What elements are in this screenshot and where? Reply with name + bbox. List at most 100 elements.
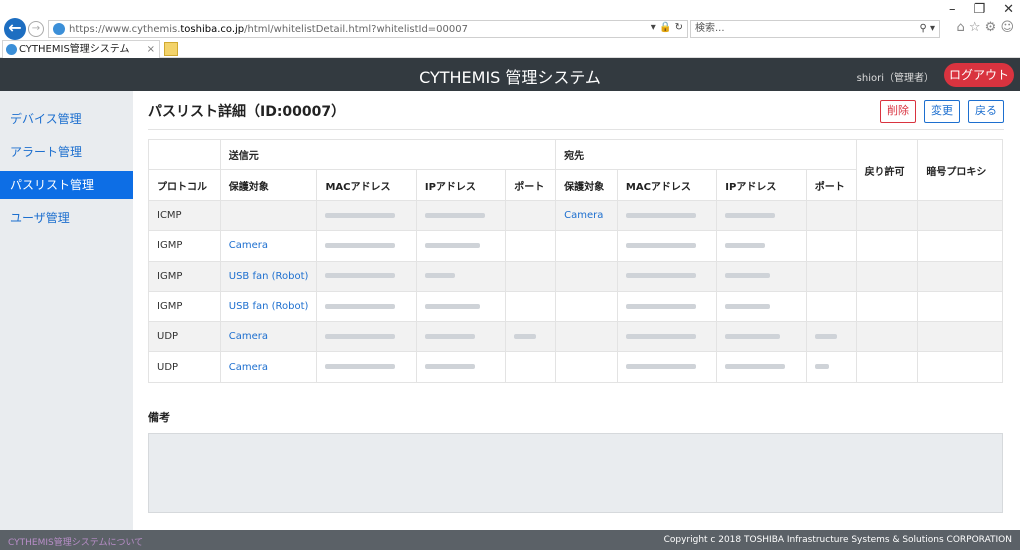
- src-target-link[interactable]: USB fan (Robot): [229, 271, 309, 282]
- src-target-link[interactable]: Camera: [229, 362, 268, 373]
- header-src-target: 保護対象: [219, 169, 318, 201]
- header-src-ip: IPアドレス: [415, 169, 507, 201]
- cell-src-mac: [316, 199, 417, 232]
- toolbar-icons[interactable]: ⌂ ☆ ⚙ ☺: [956, 20, 1014, 35]
- about-link[interactable]: CYTHEMIS管理システムについて: [8, 535, 143, 548]
- header-dst-ip: IPアドレス: [716, 169, 807, 201]
- sidebar-item-passlist[interactable]: パスリスト管理: [0, 171, 133, 199]
- cell-protocol: IGMP: [148, 290, 221, 323]
- cell-src-port: [505, 321, 557, 353]
- table-row: UDP Camera: [148, 321, 1003, 353]
- back-button[interactable]: 戻る: [968, 100, 1004, 123]
- edit-button[interactable]: 変更: [924, 100, 960, 123]
- user-label: shiori（管理者）: [856, 73, 934, 84]
- close-icon[interactable]: ✕: [1003, 2, 1014, 17]
- new-tab-icon[interactable]: [164, 42, 178, 56]
- remarks-box: [148, 433, 1003, 513]
- cell-dst-mac: [616, 260, 718, 292]
- cell-protocol: UDP: [148, 321, 221, 353]
- cell-dst-mac: [616, 230, 718, 262]
- passlist-table: 送信元 宛先 戻り許可 暗号プロキシ プロトコル 保護対象 MACアドレス IP…: [148, 139, 1003, 383]
- cell-dst-port: [805, 351, 857, 383]
- cell-src-target: Camera: [219, 230, 318, 262]
- header-src-mac: MACアドレス: [316, 169, 417, 201]
- cell-protocol: ICMP: [148, 199, 221, 232]
- dst-target-link[interactable]: Camera: [564, 210, 603, 221]
- cell-src-mac: [316, 230, 417, 262]
- redacted-port: [514, 333, 537, 339]
- cell-return: [855, 351, 919, 383]
- src-target-link[interactable]: USB fan (Robot): [229, 301, 309, 312]
- table-row: IGMP Camera: [148, 230, 1003, 262]
- sidebar-item-user[interactable]: ユーザ管理: [0, 204, 133, 232]
- cell-src-ip: [415, 351, 507, 383]
- action-buttons: 削除 変更 戻る: [880, 100, 1004, 123]
- header-dst-port: ポート: [805, 169, 857, 201]
- redacted-ip: [725, 273, 771, 279]
- browser-chrome: – ❐ ✕ ← → https://www.cythemis.toshiba.c…: [0, 0, 1020, 58]
- cell-dst-mac: [616, 199, 718, 232]
- tab-close-icon[interactable]: ×: [147, 41, 155, 58]
- tab-cythemis[interactable]: CYTHEMIS管理システム ×: [2, 40, 160, 58]
- cell-proxy: [917, 290, 1003, 323]
- cell-dst-target: [555, 290, 618, 323]
- minimize-icon[interactable]: –: [949, 2, 956, 17]
- cell-dst-port: [805, 199, 857, 232]
- back-button[interactable]: ←: [4, 18, 26, 40]
- src-target-link[interactable]: Camera: [229, 240, 268, 251]
- cell-dst-target: [555, 260, 618, 292]
- cell-dst-ip: [716, 321, 807, 353]
- redacted-mac: [325, 212, 396, 218]
- sidebar-item-device[interactable]: デバイス管理: [0, 105, 133, 133]
- redacted-ip: [725, 364, 786, 370]
- cell-return: [855, 260, 919, 292]
- cell-src-port: [505, 351, 557, 383]
- cell-dst-port: [805, 260, 857, 292]
- table-row: IGMP USB fan (Robot): [148, 260, 1003, 292]
- cell-protocol: UDP: [148, 351, 221, 383]
- logout-button[interactable]: ログアウト: [944, 63, 1014, 87]
- sidebar-item-alert[interactable]: アラート管理: [0, 138, 133, 166]
- address-bar[interactable]: https://www.cythemis.toshiba.co.jp/html/…: [48, 20, 688, 38]
- redacted-mac: [625, 212, 696, 218]
- main-content: パスリスト詳細（ID:00007） 削除 変更 戻る 送信元 宛先 戻り許可 暗…: [133, 91, 1020, 530]
- cell-src-target: Camera: [219, 351, 318, 383]
- cell-src-mac: [316, 260, 417, 292]
- sidebar: デバイス管理 アラート管理 パスリスト管理 ユーザ管理: [0, 91, 133, 530]
- arrow-right-icon: →: [31, 23, 41, 34]
- cell-src-port: [505, 290, 557, 323]
- title-divider: [148, 129, 1004, 130]
- redacted-ip: [424, 242, 480, 248]
- cell-dst-ip: [716, 199, 807, 232]
- cell-dst-mac: [616, 351, 718, 383]
- redacted-mac: [325, 273, 396, 279]
- table-row: ICMP Camera: [148, 199, 1003, 232]
- delete-button[interactable]: 削除: [880, 100, 916, 123]
- cell-dst-target: Camera: [555, 199, 618, 232]
- redacted-mac: [325, 364, 396, 370]
- redacted-ip: [424, 364, 475, 370]
- cell-dst-target: [555, 321, 618, 353]
- redacted-mac: [625, 333, 696, 339]
- cell-src-port: [505, 230, 557, 262]
- redacted-port: [814, 364, 829, 370]
- forward-button[interactable]: →: [28, 21, 44, 37]
- cell-dst-mac: [616, 290, 718, 323]
- footer: CYTHEMIS管理システムについて Copyright c 2018 TOSH…: [0, 530, 1020, 550]
- cell-dst-mac: [616, 321, 718, 353]
- cell-src-ip: [415, 260, 507, 292]
- header-protocol: プロトコル: [148, 169, 221, 201]
- header-proxy: 暗号プロキシ: [917, 139, 1003, 201]
- redacted-mac: [625, 242, 696, 248]
- search-icon[interactable]: ⚲ ▾: [919, 21, 935, 37]
- cell-dst-target: [555, 230, 618, 262]
- cell-dst-target: [555, 351, 618, 383]
- src-target-link[interactable]: Camera: [229, 331, 268, 342]
- search-input[interactable]: 検索... ⚲ ▾: [690, 20, 940, 38]
- cell-return: [855, 321, 919, 353]
- lock-refresh-icon[interactable]: ▾ 🔒 ↻: [651, 22, 683, 33]
- redacted-ip: [424, 212, 485, 218]
- restore-icon[interactable]: ❐: [973, 2, 985, 17]
- ie-logo-icon: [6, 44, 17, 55]
- header-src-port: ポート: [505, 169, 557, 201]
